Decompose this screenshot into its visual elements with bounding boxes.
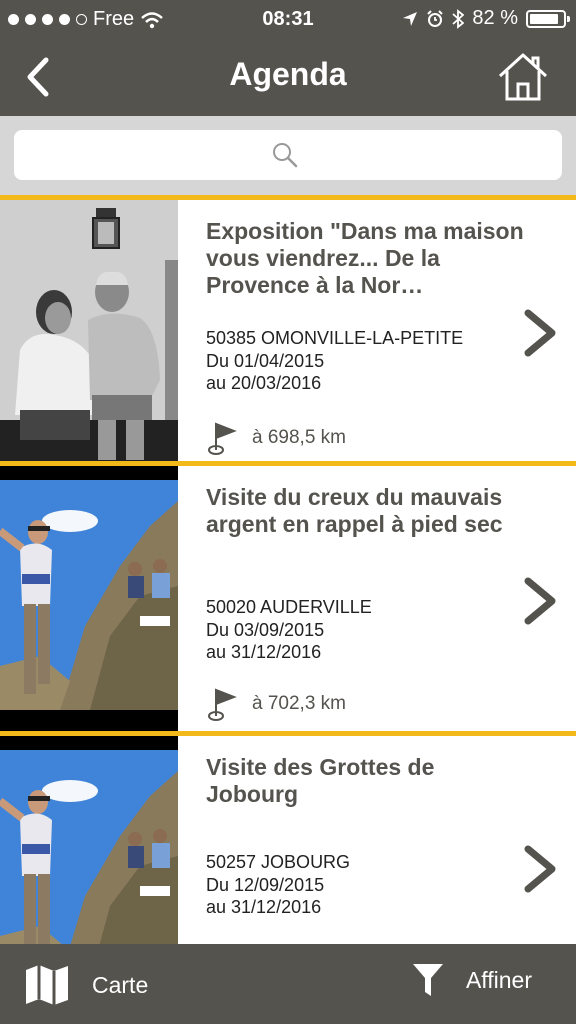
alarm-clock-icon bbox=[427, 9, 444, 27]
home-icon[interactable] bbox=[496, 52, 550, 102]
event-date-to: au 31/12/2016 bbox=[206, 897, 322, 917]
event-details: 50385 OMONVILLE-LA-PETITE Du 01/04/2015 … bbox=[206, 327, 463, 395]
event-address: 50385 OMONVILLE-LA-PETITE bbox=[206, 328, 464, 348]
agenda-list: Exposition "Dans ma maison vous viendrez… bbox=[0, 195, 576, 944]
event-date-from: Du 03/09/2015 bbox=[206, 619, 325, 640]
battery-percent: 82 % bbox=[472, 7, 518, 29]
battery-icon bbox=[526, 9, 570, 28]
chevron-right-icon[interactable] bbox=[522, 576, 558, 626]
event-thumbnail bbox=[0, 200, 178, 465]
event-distance: à 698,5 km bbox=[206, 420, 346, 456]
event-date-to: au 31/12/2016 bbox=[206, 642, 322, 662]
event-details: 50020 AUDERVILLE Du 03/09/2015 au 31/12/… bbox=[206, 596, 372, 664]
event-title: Visite des Grottes de Jobourg bbox=[206, 754, 435, 807]
event-thumbnail bbox=[0, 466, 178, 731]
map-button[interactable]: Carte bbox=[24, 962, 148, 1008]
event-address: 50257 JOBOURG bbox=[206, 852, 351, 872]
filter-button[interactable]: Affiner bbox=[412, 962, 532, 998]
list-item[interactable]: Visite des Grottes de Jobourg 50257 JOBO… bbox=[0, 731, 576, 944]
nav-bar: Agenda bbox=[0, 38, 576, 116]
search-icon bbox=[273, 143, 298, 168]
search-input[interactable] bbox=[14, 130, 562, 180]
map-button-label: Carte bbox=[92, 971, 149, 998]
event-address: 50020 AUDERVILLE bbox=[206, 597, 372, 617]
event-thumbnail bbox=[0, 736, 178, 944]
flag-icon bbox=[208, 422, 237, 455]
event-title: Exposition "Dans ma maison vous viendrez… bbox=[206, 218, 524, 298]
filter-button-label: Affiner bbox=[465, 966, 532, 993]
list-item[interactable]: Exposition "Dans ma maison vous viendrez… bbox=[0, 195, 576, 465]
event-title: Visite du creux du mauvais argent en rap… bbox=[206, 484, 503, 537]
status-right: 82 % bbox=[402, 7, 570, 30]
page-title: Agenda bbox=[229, 56, 347, 92]
event-date-to: au 20/03/2016 bbox=[206, 373, 322, 393]
bottom-toolbar: Carte Affiner bbox=[0, 944, 576, 1024]
map-icon bbox=[26, 965, 68, 1005]
event-date-from: Du 01/04/2015 bbox=[206, 350, 325, 371]
search-bar-container bbox=[0, 116, 576, 195]
flag-icon bbox=[208, 688, 237, 721]
list-item[interactable]: Visite du creux du mauvais argent en rap… bbox=[0, 461, 576, 731]
filter-funnel-icon bbox=[412, 964, 443, 996]
bluetooth-icon bbox=[452, 8, 465, 29]
chevron-right-icon[interactable] bbox=[522, 308, 558, 358]
status-bar: Free 08:31 82 % bbox=[0, 0, 576, 38]
location-arrow-icon bbox=[403, 11, 418, 26]
event-date-from: Du 12/09/2015 bbox=[206, 874, 325, 895]
event-distance: à 702,3 km bbox=[206, 686, 346, 722]
chevron-right-icon[interactable] bbox=[522, 844, 558, 894]
event-details: 50257 JOBOURG Du 12/09/2015 au 31/12/201… bbox=[206, 851, 350, 919]
